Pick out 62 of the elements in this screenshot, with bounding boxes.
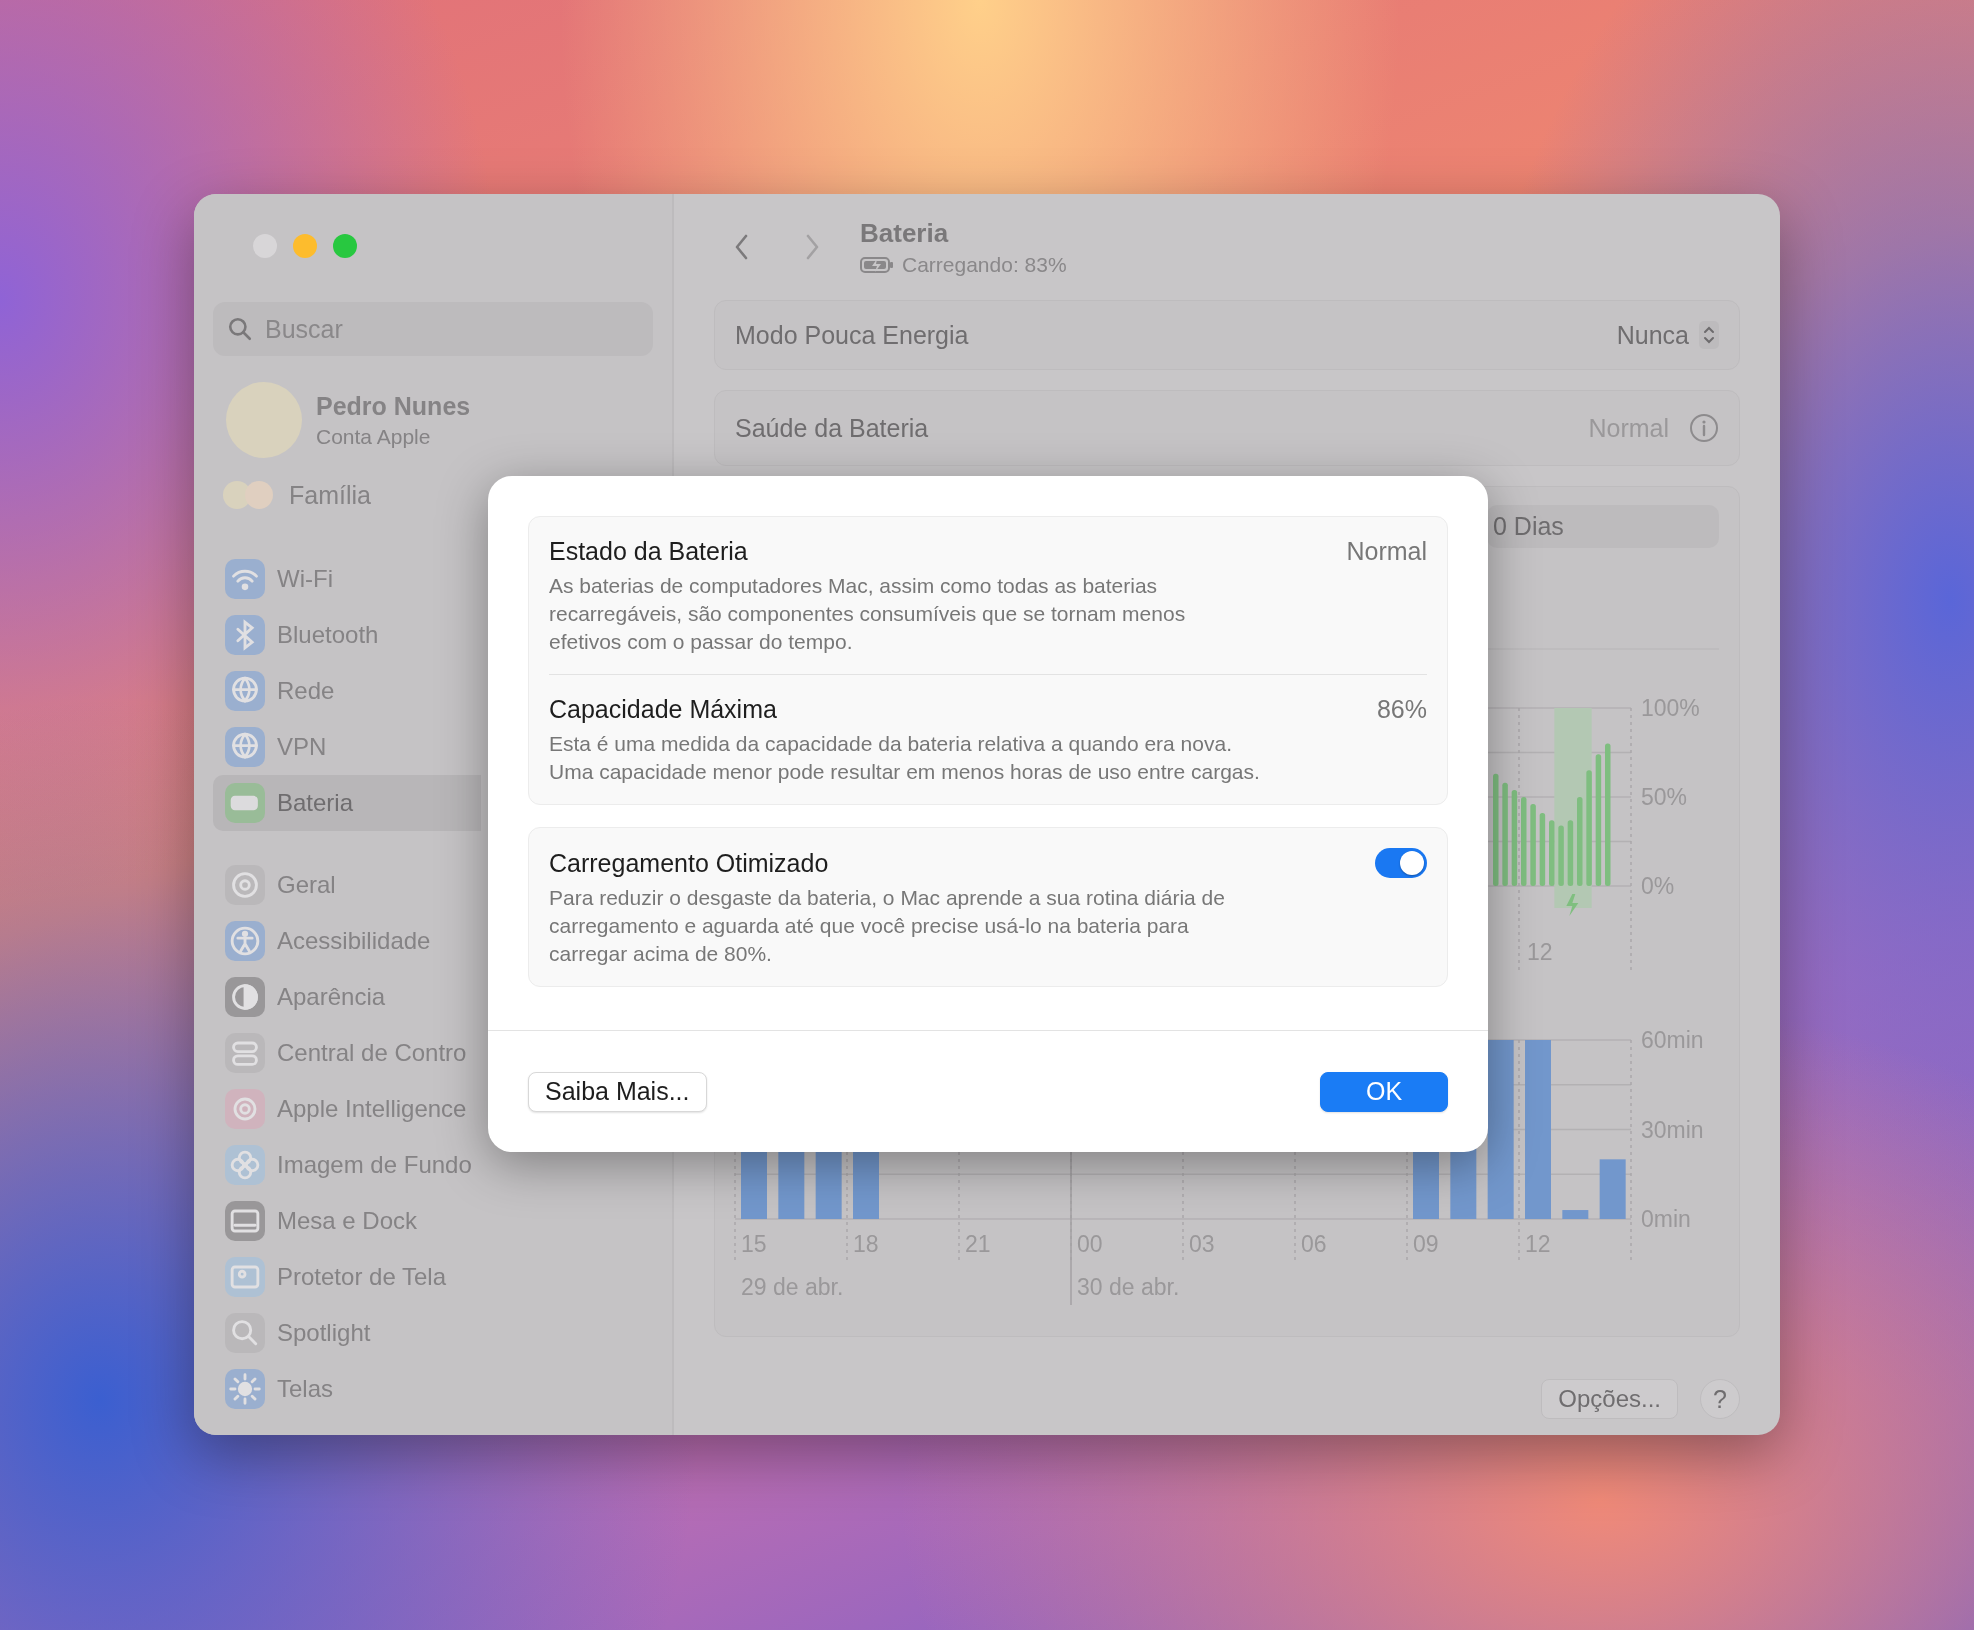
toggle-switch[interactable] [1375,848,1427,878]
globe-icon [225,727,265,767]
sidebar-item[interactable]: Bateria [213,775,481,831]
usage-bar [1599,1158,1626,1219]
battery-level-bar [1558,825,1564,886]
sidebar-item[interactable]: Mesa e Dock [213,1193,481,1249]
wifi-icon [225,559,265,599]
sidebar-item[interactable]: Wi-Fi [213,551,481,607]
page-title: Bateria [860,217,950,249]
item-description: Esta é uma medida da capacidade da bateria relativa a quando era nova. Uma capacidade menor pode resultar em menos horas de uso entre cargas. [549,731,1261,785]
sidebar-item[interactable]: Rede [213,663,481,719]
usage-bar [1562,1209,1589,1219]
account-name[interactable]: Pedro Nunes [316,391,471,421]
battery-level-bar [1567,819,1574,886]
item-title: Estado da Bateria [549,537,748,566]
item-value: 86% [1376,695,1427,724]
toggles-icon [225,1033,265,1073]
options-button[interactable]: Opções... [1541,1379,1678,1419]
sidebar-item[interactable]: Acessibilidade [213,913,481,969]
sidebar-item[interactable]: Bluetooth [213,607,481,663]
chevron-up-down-icon [1699,321,1719,349]
sidebar-item[interactable]: Spotlight [213,1305,481,1361]
sidebar-item[interactable]: Aparência [213,969,481,1025]
screen-icon [225,1257,265,1297]
globe-icon [225,671,265,711]
sidebar-item[interactable]: Central de Contro [213,1025,481,1081]
account-subtitle: Conta Apple [316,424,432,449]
sidebar-item[interactable]: Protetor de Tela [213,1249,481,1305]
minimize-button[interactable] [293,234,317,258]
sidebar-item[interactable]: Família [289,480,371,510]
item-title: Carregamento Otimizado [549,848,829,878]
dock-icon [225,1201,265,1241]
flower-icon [225,1145,265,1185]
battery-icon [225,783,265,823]
help-button[interactable]: ? [1700,1379,1740,1419]
range-segment[interactable]: 0 Dias [1487,505,1719,548]
sidebar-item[interactable]: Telas [213,1361,481,1417]
sidebar-item[interactable]: Imagem de Fundo [213,1137,481,1193]
zoom-button[interactable] [333,234,357,258]
item-value: Normal [1346,537,1427,566]
learn-more-button[interactable]: Saiba Mais... [528,1071,707,1112]
ok-button[interactable]: OK [1320,1071,1448,1112]
row-label: Saúde da Bateria [735,413,929,443]
sidebar-item[interactable]: VPN [213,719,481,775]
search-icon [225,1313,265,1353]
sun-icon [225,1369,265,1409]
sidebar-item[interactable]: Geral [213,857,481,913]
sidebar-item[interactable]: Apple Intelligence [213,1081,481,1137]
battery-charging-icon [860,255,894,274]
battery-level-bar [1549,819,1555,886]
row-label: Modo Pouca Energia [735,320,969,350]
item-description: Para reduzir o desgaste da bateria, o Mac aprende a sua rotina diária de carregamento e aguarda até que você precise usá-lo na bateria para carregar acima de 80%. [549,885,1226,967]
search-icon [227,316,253,342]
info-button[interactable] [1689,413,1719,443]
contrast-icon [225,977,265,1017]
item-title: Capacidade Máxima [549,695,777,724]
bluetooth-icon [225,615,265,655]
charging-bolt-icon [1566,893,1579,916]
item-description: As baterias de computadores Mac, assim como todas as baterias recarregáveis, são componentes consumíveis que se tornam menos efetivos com o passar do tempo. [549,573,1187,655]
accessibility-icon [225,921,265,961]
popup-menu[interactable]: Nunca [1616,320,1719,350]
charging-status: Carregando: 83% [902,252,1067,277]
